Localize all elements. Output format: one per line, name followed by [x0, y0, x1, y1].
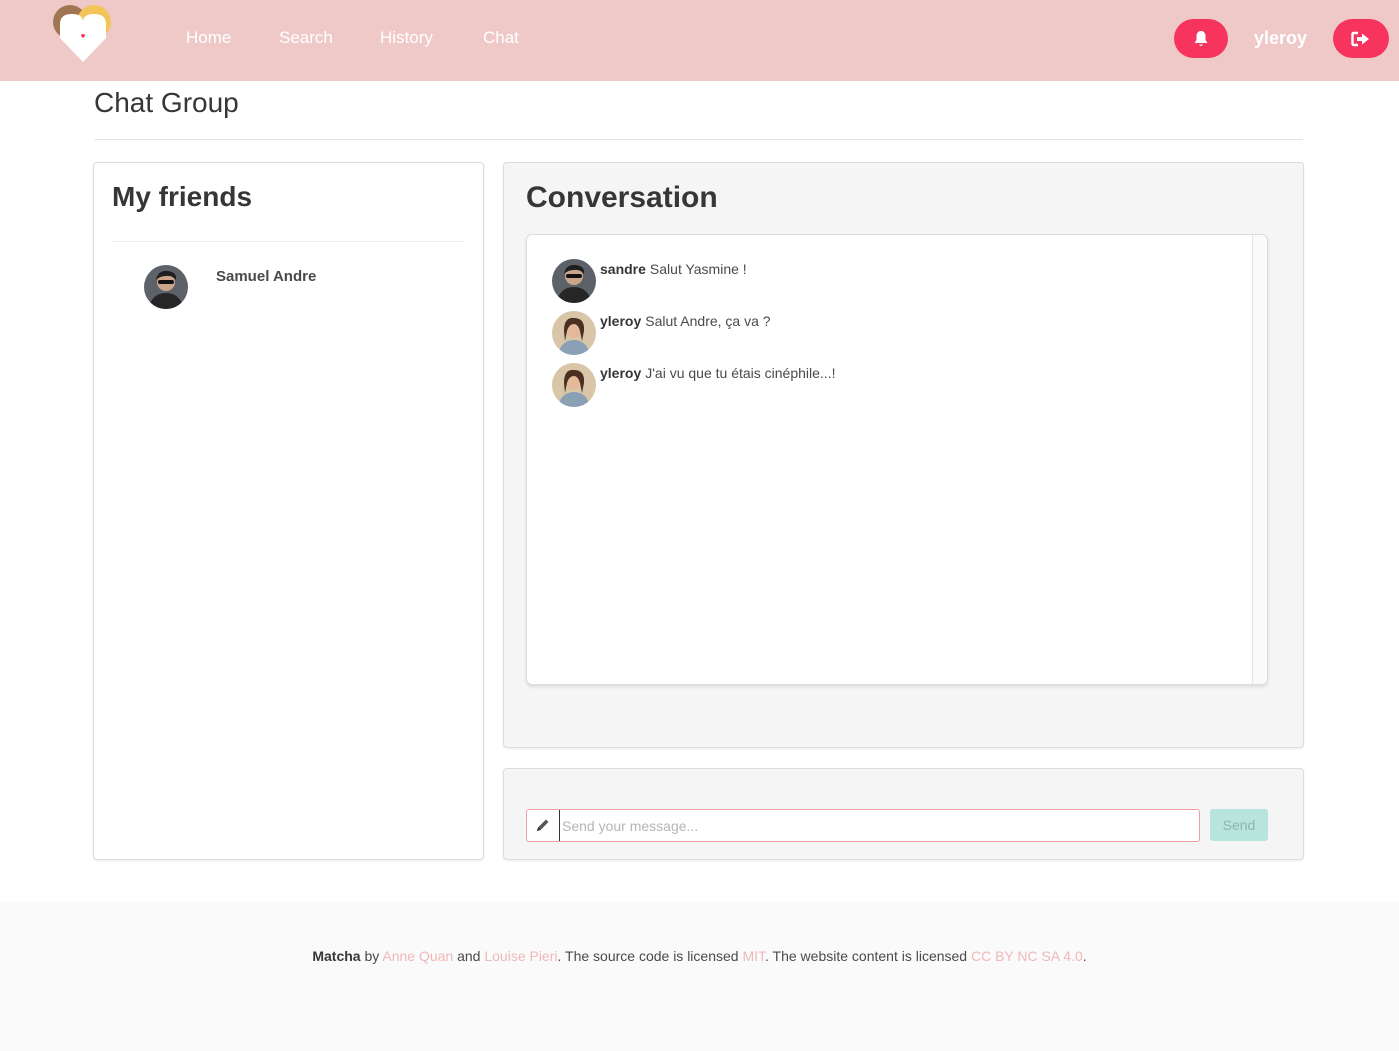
footer-code-text: . The source code is licensed	[557, 948, 743, 964]
message-composer: Send	[503, 768, 1304, 860]
footer-text: Matcha by Anne Quan and Louise Pieri. Th…	[0, 948, 1399, 964]
message-body: Salut Andre, ça va ?	[645, 313, 771, 329]
username[interactable]: yleroy	[1254, 28, 1307, 49]
avatar	[552, 311, 596, 355]
friends-title: My friends	[112, 181, 253, 212]
avatar	[552, 259, 596, 303]
footer-content-text: . The website content is licensed	[765, 948, 971, 964]
divider	[112, 241, 465, 242]
nav-link-search[interactable]: Search	[279, 28, 333, 48]
pencil-icon	[537, 819, 549, 831]
message-item: sandre Salut Yasmine !	[552, 259, 1152, 303]
cc-license-link[interactable]: CC BY NC SA 4.0	[971, 948, 1083, 964]
footer-and: and	[453, 948, 485, 964]
message-body: J'ai vu que tu étais cinéphile...!	[645, 365, 836, 381]
scrollbar[interactable]	[1252, 235, 1267, 684]
footer-end: .	[1082, 948, 1087, 964]
avatar	[552, 363, 596, 407]
message-author: yleroy	[600, 313, 642, 329]
friend-name[interactable]: Samuel Andre	[216, 268, 316, 285]
navbar: Home Search History Chat yleroy	[0, 0, 1399, 81]
nav-link-history[interactable]: History	[380, 28, 433, 48]
author-link-louise[interactable]: Louise Pieri	[484, 948, 557, 964]
message-text: sandre Salut Yasmine !	[600, 261, 747, 277]
message-input[interactable]	[559, 810, 1189, 841]
message-input-wrapper[interactable]	[526, 809, 1200, 842]
footer-by: by	[360, 948, 383, 964]
message-item: yleroy J'ai vu que tu étais cinéphile...!	[552, 363, 1152, 407]
footer: Matcha by Anne Quan and Louise Pieri. Th…	[0, 902, 1399, 1051]
message-item: yleroy Salut Andre, ça va ?	[552, 311, 1152, 355]
heart-logo-icon[interactable]	[50, 4, 116, 64]
author-link-anne[interactable]: Anne Quan	[382, 948, 453, 964]
title-divider	[94, 139, 1303, 140]
logout-button[interactable]	[1333, 19, 1389, 58]
message-author: yleroy	[600, 365, 642, 381]
friends-panel: My friends Samuel Andre	[93, 162, 484, 860]
mit-license-link[interactable]: MIT	[742, 948, 765, 964]
message-text: yleroy J'ai vu que tu étais cinéphile...!	[600, 365, 835, 381]
nav-link-home[interactable]: Home	[186, 28, 231, 48]
message-body: Salut Yasmine !	[649, 261, 747, 277]
nav-link-chat[interactable]: Chat	[483, 28, 519, 48]
footer-brand: Matcha	[312, 948, 361, 964]
avatar[interactable]	[144, 265, 188, 309]
conversation-title: Conversation	[526, 181, 718, 214]
sign-out-icon	[1351, 31, 1369, 46]
message-author: sandre	[600, 261, 646, 277]
bell-icon	[1194, 30, 1208, 46]
send-button[interactable]: Send	[1210, 809, 1268, 841]
message-text: yleroy Salut Andre, ça va ?	[600, 313, 771, 329]
messages-list[interactable]: sandre Salut Yasmine ! yleroy Salut Andre,…	[526, 234, 1268, 685]
conversation-panel: Conversation sandre Salut Yasmine ! yler…	[503, 162, 1304, 748]
notifications-button[interactable]	[1174, 19, 1228, 58]
page-title: Chat Group	[94, 87, 239, 118]
